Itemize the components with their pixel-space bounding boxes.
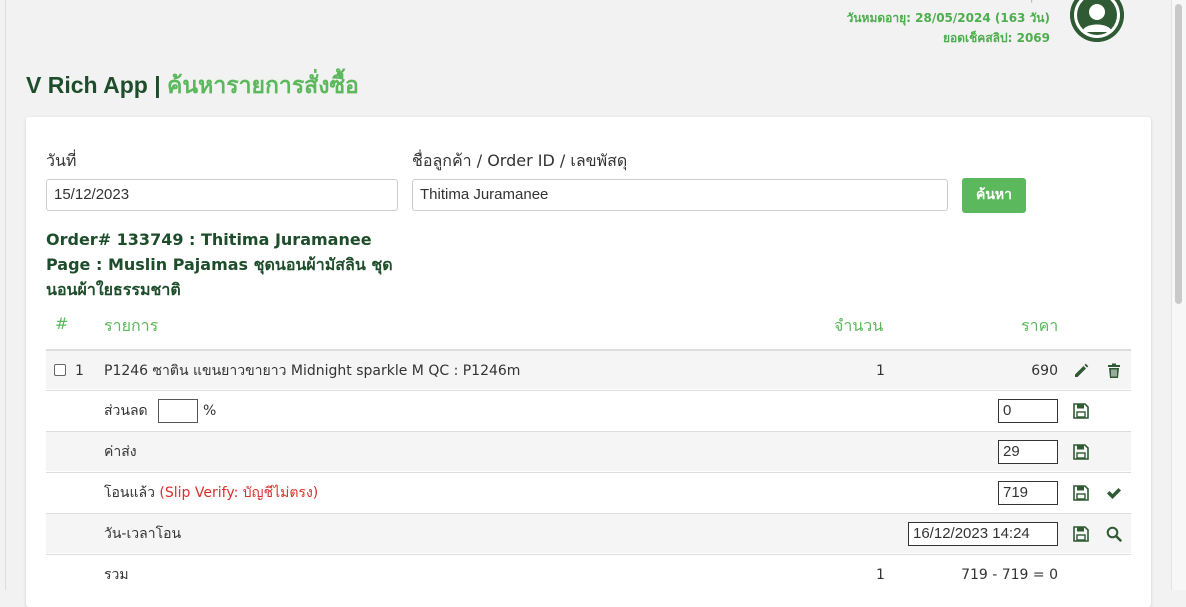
col-header-item: รายการ [104, 316, 159, 335]
search-icon[interactable] [1106, 526, 1122, 542]
discount-value-input[interactable]: 0 [998, 399, 1058, 423]
col-header-num: # [55, 314, 69, 333]
vertical-scrollbar[interactable] [1171, 0, 1186, 590]
floppy-disk-icon[interactable] [1073, 526, 1089, 542]
shipping-row: ค่าส่ง 29 [46, 431, 1131, 471]
pencil-icon[interactable] [1073, 363, 1089, 379]
total-qty: 1 [876, 567, 885, 583]
paid-label-group: โอนแล้ว (Slip Verify: บัญชีไม่ตรง) [104, 473, 318, 513]
row-checkbox[interactable] [54, 364, 66, 376]
floppy-disk-icon[interactable] [1073, 485, 1089, 501]
percent-symbol: % [203, 403, 217, 419]
search-button[interactable]: ค้นหา [962, 178, 1026, 213]
transfer-time-row: วัน-เวลาโอน 16/12/2023 14:24 [46, 513, 1131, 553]
query-label: ชื่อลูกค้า / Order ID / เลขพัสดุ [412, 151, 628, 170]
col-header-qty: จำนวน [834, 316, 884, 335]
page-title: V Rich App | ค้นหารายการสั่งซื้อ [26, 68, 359, 102]
expiry-date: วันหมดอายุ: 28/05/2024 (163 วัน) [846, 11, 1050, 25]
total-label: รวม [104, 567, 129, 583]
slip-verify-status: (Slip Verify: บัญชีไม่ตรง) [159, 485, 319, 501]
page-name: ค้นหารายการสั่งซื้อ [167, 72, 359, 98]
paid-value-input[interactable]: 719 [998, 481, 1058, 505]
trash-icon[interactable] [1106, 363, 1122, 379]
discount-row: ส่วนลด % 0 [46, 390, 1131, 430]
item-name: P1246 ซาติน แขนยาวขายาว Midnight sparkle… [104, 363, 521, 379]
checkmark-icon[interactable] [1106, 485, 1122, 501]
title-separator: | [154, 72, 161, 98]
transfer-time-label: วัน-เวลาโอน [104, 526, 182, 542]
shipping-value-input[interactable]: 29 [998, 440, 1058, 464]
table-row: 1 P1246 ซาติน แขนยาวขายาว Midnight spark… [46, 349, 1131, 389]
order-title: Order# 133749 : Thitima Juramanee [46, 230, 372, 249]
paid-label: โอนแล้ว [104, 485, 155, 501]
user-info: super วันหมดอายุ: 28/05/2024 (163 วัน) ย… [847, 0, 1050, 48]
row-number: 1 [75, 363, 84, 379]
date-label: วันที่ [46, 151, 77, 170]
discount-percent-input[interactable] [158, 399, 198, 423]
paid-row: โอนแล้ว (Slip Verify: บัญชีไม่ตรง) 719 [46, 472, 1131, 512]
search-query-input[interactable]: Thitima Juramanee [412, 179, 948, 211]
order-header: Order# 133749 : Thitima Juramanee Page :… [46, 227, 406, 302]
user-avatar-icon[interactable] [1070, 0, 1124, 42]
item-qty: 1 [876, 363, 885, 379]
floppy-disk-icon[interactable] [1073, 403, 1089, 419]
transfer-time-input[interactable]: 16/12/2023 14:24 [908, 522, 1058, 546]
col-header-price: ราคา [1021, 316, 1059, 335]
order-card: วันที่ 15/12/2023 ชื่อลูกค้า / Order ID … [26, 117, 1151, 607]
floppy-disk-icon[interactable] [1073, 444, 1089, 460]
date-input[interactable]: 15/12/2023 [46, 179, 398, 211]
total-row: รวม 1 719 - 719 = 0 [46, 554, 1131, 594]
left-border-line [5, 0, 6, 590]
total-formula: 719 - 719 = 0 [961, 567, 1058, 583]
app-name: V Rich App [26, 72, 148, 98]
order-page: Page : Muslin Pajamas ชุดนอนผ้ามัสลิน ชุ… [46, 255, 393, 299]
discount-label: ส่วนลด [104, 403, 148, 419]
slip-balance: ยอดเช็คสลิป: 2069 [943, 31, 1050, 45]
shipping-label: ค่าส่ง [104, 444, 137, 460]
scrollbar-thumb[interactable] [1175, 4, 1182, 304]
item-price: 690 [1031, 363, 1058, 379]
username: super [1016, 0, 1050, 6]
